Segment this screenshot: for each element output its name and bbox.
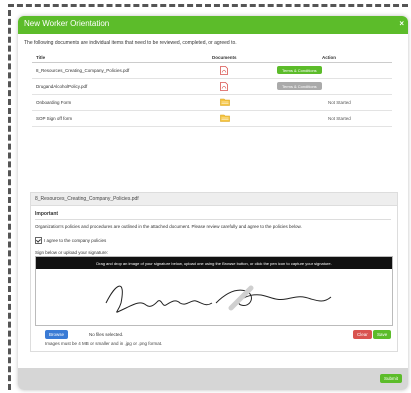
- table-header: Title Documents Action: [32, 52, 392, 63]
- modal-title: New Worker Orientation: [24, 19, 110, 28]
- folder-icon[interactable]: [220, 98, 230, 106]
- divider: [35, 219, 391, 220]
- header-documents: Documents: [212, 55, 237, 60]
- close-icon[interactable]: ×: [399, 19, 404, 28]
- signature-instructions-bar: Drag and drop an image of your signature…: [36, 257, 392, 269]
- agree-label: I agree to the company policies: [44, 238, 107, 243]
- clear-button[interactable]: Clear: [353, 330, 372, 339]
- save-button[interactable]: Save: [373, 330, 392, 339]
- pdf-icon[interactable]: [220, 66, 228, 75]
- header-title: Title: [36, 55, 46, 60]
- terms-button-label: Terms & Conditions: [277, 82, 322, 90]
- agree-checkbox[interactable]: [35, 237, 42, 244]
- sign-label: Sign below or upload your signature:: [35, 250, 109, 255]
- modal-header: New Worker Orientation ×: [18, 16, 408, 34]
- file-status: No files selected.: [89, 332, 124, 337]
- table-row: SOP Sign off form Not Started: [32, 111, 392, 127]
- submit-button[interactable]: Submit: [379, 374, 402, 383]
- row-title: SOP Sign off form: [36, 116, 73, 121]
- row-title: 8_Resources_Creating_Company_Policies.pd…: [36, 68, 130, 73]
- terms-button-label: Terms & Conditions: [277, 66, 322, 74]
- signature-drawing: [105, 285, 332, 313]
- policy-text: Organization's policies and procedures a…: [35, 224, 302, 229]
- dashed-border-left: [8, 10, 11, 390]
- pdf-icon[interactable]: [220, 82, 228, 91]
- document-panel: 8_Resources_Creating_Company_Policies.pd…: [30, 192, 398, 352]
- image-hint: Images must be 4 MB or smaller and in .j…: [45, 341, 163, 346]
- terms-button[interactable]: Terms & Conditions: [277, 66, 322, 74]
- documents-table: Title Documents Action 8_Resources_Creat…: [32, 52, 392, 127]
- dashed-border-top: [8, 4, 408, 7]
- status-text: Not Started: [328, 100, 351, 105]
- folder-icon[interactable]: [220, 114, 230, 122]
- header-action: Action: [322, 55, 336, 60]
- panel-header: 8_Resources_Creating_Company_Policies.pd…: [31, 193, 397, 206]
- table-row: DrugandAlcoholPolicy.pdf Terms & Conditi…: [32, 79, 392, 95]
- status-text: Not Started: [328, 116, 351, 121]
- signature-pad[interactable]: Drag and drop an image of your signature…: [35, 256, 393, 326]
- signature-instructions: Drag and drop an image of your signature…: [96, 261, 332, 266]
- row-title: DrugandAlcoholPolicy.pdf: [36, 84, 88, 89]
- row-title: Onboarding Form: [36, 100, 72, 105]
- intro-text: The following documents are individual i…: [24, 40, 237, 46]
- orientation-modal: New Worker Orientation × The following d…: [18, 16, 408, 390]
- browse-button[interactable]: Browse: [45, 330, 69, 339]
- terms-button[interactable]: Terms & Conditions: [277, 82, 322, 90]
- section-title: Important: [35, 211, 59, 217]
- panel-doc-name: 8_Resources_Creating_Company_Policies.pd…: [35, 196, 139, 202]
- agree-checkbox-row[interactable]: I agree to the company policies: [35, 237, 106, 244]
- table-row: Onboarding Form Not Started: [32, 95, 392, 111]
- table-row: 8_Resources_Creating_Company_Policies.pd…: [32, 63, 392, 79]
- modal-footer: Submit: [18, 368, 408, 390]
